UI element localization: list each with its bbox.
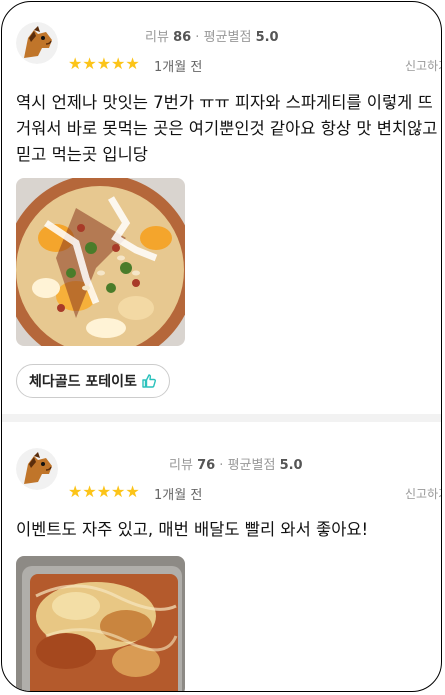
time-ago: 1개월 전: [154, 488, 203, 503]
review-count: 76: [197, 458, 216, 473]
avg-rating-label: 평균별점: [203, 30, 252, 45]
reviewer-stats: 리뷰 86 · 평균별점 5.0: [145, 26, 279, 45]
review-count-label: 리뷰: [145, 30, 169, 45]
separator-dot: ·: [219, 458, 224, 473]
review-photo[interactable]: [16, 556, 185, 691]
time-ago: 1개월 전: [154, 60, 203, 75]
horse-avatar-icon: [16, 448, 58, 490]
report-link[interactable]: 신고하기: [405, 57, 441, 74]
review-photo[interactable]: [16, 178, 185, 346]
section-divider: [2, 414, 441, 422]
review-text: 이벤트도 자주 있고, 매번 배달도 빨리 와서 좋아요!: [16, 520, 369, 539]
avg-rating: 5.0: [255, 30, 279, 45]
avg-rating-label: 평균별점: [227, 458, 276, 473]
separator-dot: ·: [195, 30, 200, 45]
thumbs-up-icon: [142, 374, 156, 388]
pasta-photo: [16, 556, 185, 691]
star-rating: ★★★★★: [68, 54, 140, 73]
review-count: 86: [173, 30, 192, 45]
review-list: 리뷰 86 · 평균별점 5.0 ★★★★★ 1개월 전 신고하기 역시 언제나…: [1, 1, 442, 692]
review-text: 역시 언제나 맛잇는 7번가 ㅠㅠ 피자와 스파게티를 이렇게 뜨거워서 바로 …: [16, 93, 438, 164]
pizza-photo: [16, 178, 185, 346]
report-link[interactable]: 신고하기: [405, 485, 441, 502]
avg-rating: 5.0: [279, 458, 303, 473]
menu-tag[interactable]: 체다골드 포테이토: [16, 364, 170, 398]
reviewer-stats: 리뷰 76 · 평균별점 5.0: [169, 454, 303, 473]
menu-tag-label: 체다골드 포테이토: [29, 374, 137, 390]
avatar[interactable]: [16, 448, 58, 490]
star-rating: ★★★★★: [68, 482, 140, 501]
avatar[interactable]: [16, 22, 58, 64]
horse-avatar-icon: [16, 22, 58, 64]
review-count-label: 리뷰: [169, 458, 193, 473]
